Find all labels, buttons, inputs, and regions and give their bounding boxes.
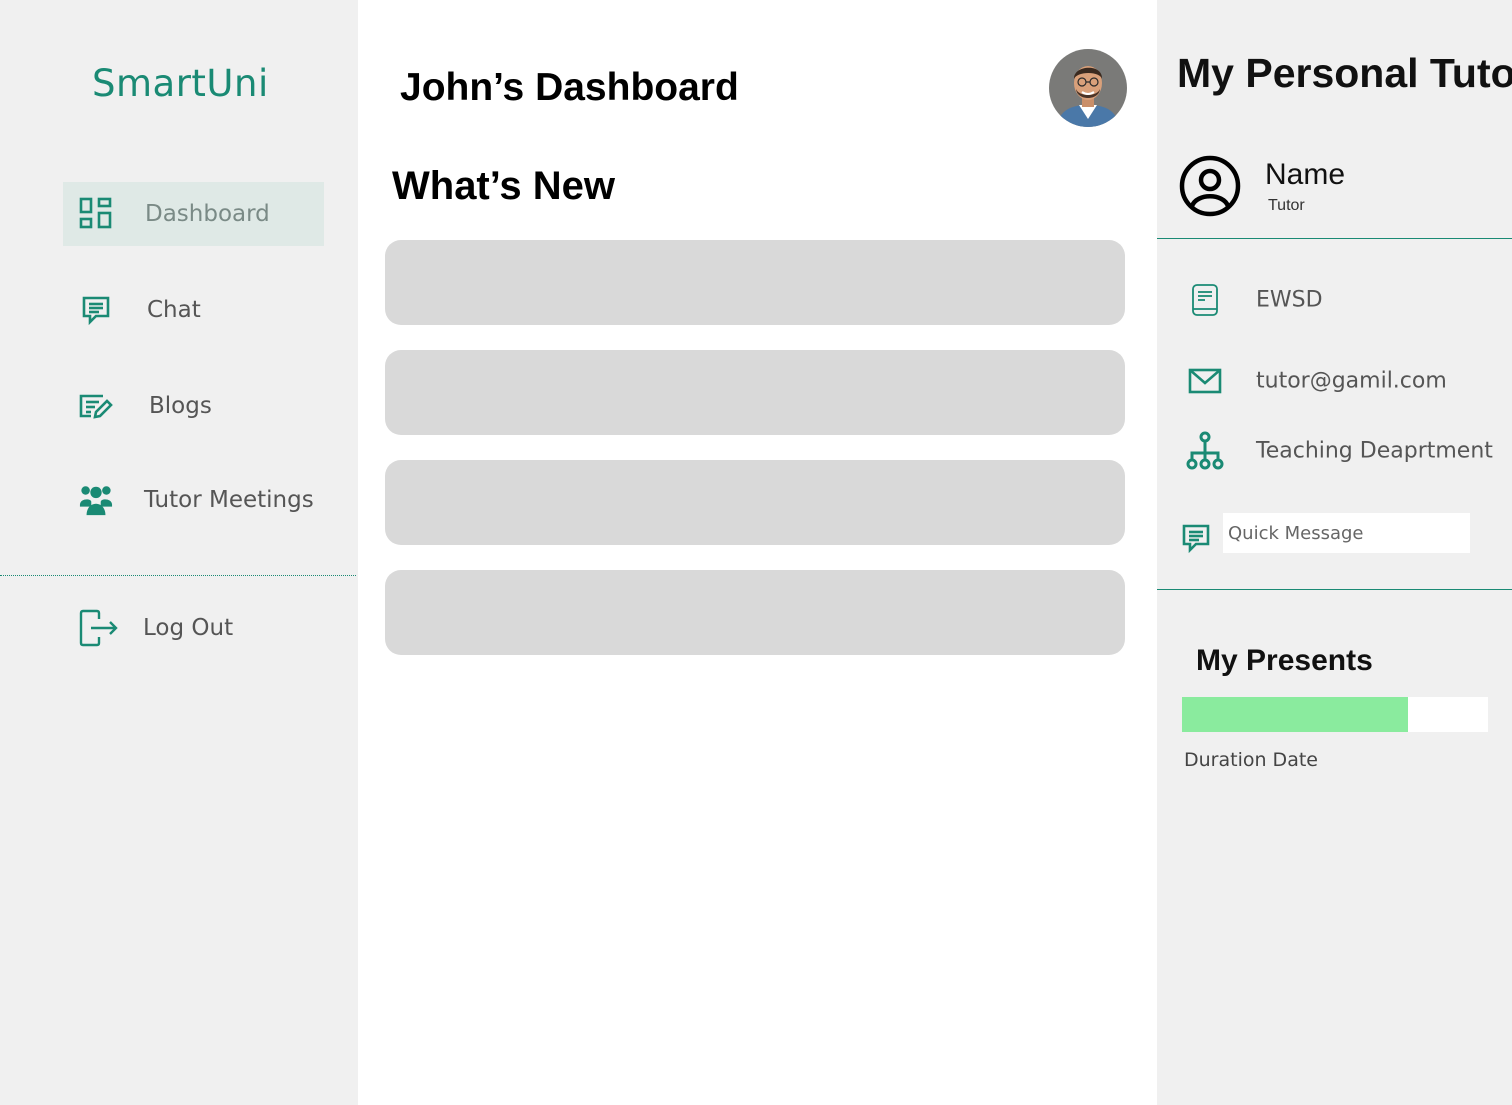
brand-logo[interactable]: SmartUni	[92, 62, 269, 105]
chat-icon	[79, 293, 113, 327]
tutor-name: Name	[1265, 158, 1346, 191]
tutor-panel-title: My Personal Tutor	[1177, 50, 1512, 96]
news-card[interactable]	[385, 570, 1125, 655]
logout-button[interactable]: Log Out	[63, 596, 324, 660]
group-icon	[79, 483, 113, 517]
sidebar-item-tutor-meetings[interactable]: Tutor Meetings	[63, 468, 324, 532]
divider	[1157, 238, 1512, 239]
sidebar-item-label: Tutor Meetings	[144, 487, 314, 513]
sidebar: SmartUni Dashboard Chat Blogs Tutor Meet…	[0, 0, 358, 1105]
sidebar-divider	[0, 575, 356, 576]
news-list	[385, 240, 1125, 680]
tutor-course-row: EWSD	[1157, 280, 1512, 320]
sidebar-item-blogs[interactable]: Blogs	[63, 374, 324, 438]
book-icon	[1185, 280, 1225, 320]
news-card[interactable]	[385, 350, 1125, 435]
user-circle-icon	[1179, 155, 1241, 217]
tutor-department: Teaching Deaprtment	[1256, 438, 1493, 464]
tutor-panel: My Personal Tutor Name Tutor EWSD tutor@…	[1157, 0, 1512, 1105]
tutor-email-row: tutor@gamil.com	[1157, 361, 1512, 401]
duration-label: Duration Date	[1184, 749, 1318, 771]
tutor-department-row: Teaching Deaprtment	[1157, 431, 1512, 471]
whats-new-title: What’s New	[392, 164, 615, 208]
presents-progress-bar	[1182, 697, 1488, 732]
blog-edit-icon	[79, 389, 113, 423]
quick-message-input[interactable]	[1223, 513, 1470, 553]
sidebar-item-label: Dashboard	[145, 201, 270, 227]
tutor-course: EWSD	[1256, 287, 1323, 313]
sidebar-item-label: Blogs	[149, 393, 212, 419]
news-card[interactable]	[385, 460, 1125, 545]
sidebar-item-dashboard[interactable]: Dashboard	[63, 182, 324, 246]
page-title: John’s Dashboard	[400, 66, 739, 109]
user-avatar[interactable]	[1049, 49, 1127, 127]
main-content: John’s Dashboard What’s New	[358, 0, 1157, 1105]
sidebar-item-chat[interactable]: Chat	[63, 278, 324, 342]
presents-title: My Presents	[1196, 644, 1373, 677]
sidebar-item-label: Chat	[147, 297, 201, 323]
dashboard-icon	[79, 197, 113, 231]
org-chart-icon	[1185, 431, 1225, 471]
chat-icon	[1179, 521, 1213, 555]
logout-icon	[79, 608, 119, 648]
presents-progress-fill	[1182, 697, 1409, 732]
mail-icon	[1185, 361, 1225, 401]
tutor-email[interactable]: tutor@gamil.com	[1256, 369, 1447, 394]
divider	[1157, 589, 1512, 590]
logout-label: Log Out	[143, 615, 234, 641]
tutor-role: Tutor	[1268, 197, 1305, 214]
news-card[interactable]	[385, 240, 1125, 325]
